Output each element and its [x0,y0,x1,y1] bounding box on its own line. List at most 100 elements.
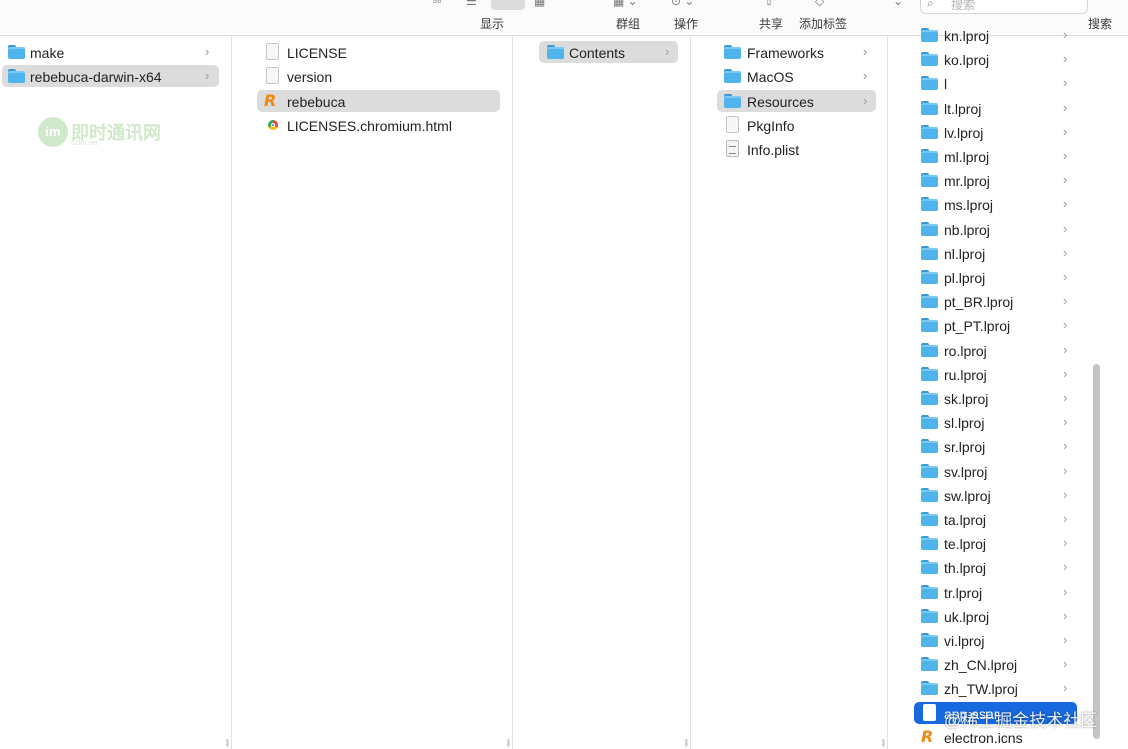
list-item[interactable]: ta.lproj › [914,508,1077,530]
folder-icon [921,560,938,574]
list-item-pkginfo[interactable]: PkgInfo [717,114,876,136]
list-item[interactable]: sw.lproj › [914,484,1077,506]
chevron-right-icon: › [1063,317,1068,332]
group-icon[interactable]: ▦ ⌄ [613,0,638,8]
list-item[interactable]: vi.lproj › [914,629,1077,651]
list-item-frameworks[interactable]: Frameworks › [717,41,876,63]
item-label: ro.lproj [944,343,987,359]
chevron-right-icon: › [863,68,868,83]
view-label[interactable]: 显示 [480,15,504,32]
scrollbar-thumb[interactable] [1093,364,1100,739]
list-item[interactable]: sk.lproj › [914,387,1077,409]
chevron-right-icon: › [1063,632,1068,647]
folder-icon [921,439,938,453]
list-item[interactable]: zh_CN.lproj › [914,653,1077,675]
list-item[interactable]: l › [914,72,1077,94]
folder-icon [921,609,938,623]
list-item[interactable]: pt_BR.lproj › [914,290,1077,312]
chevron-right-icon: › [665,44,670,59]
folder-icon [921,464,938,478]
list-item-info-plist[interactable]: Info.plist [717,138,876,160]
list-item[interactable]: tr.lproj › [914,581,1077,603]
chevron-right-icon: › [1063,438,1068,453]
list-item[interactable]: ro.lproj › [914,339,1077,361]
list-item[interactable]: sr.lproj › [914,435,1077,457]
list-item[interactable]: lt.lproj › [914,97,1077,119]
item-label: lv.lproj [944,125,984,141]
list-item[interactable]: nl.lproj › [914,242,1077,264]
list-item-licenses-chromium[interactable]: LICENSES.chromium.html [257,114,500,136]
list-item[interactable]: ru.lproj › [914,363,1077,385]
column-resize-handle[interactable]: || [507,738,510,747]
chevron-right-icon: › [1063,293,1068,308]
search-icon: ⌕ [927,0,934,10]
list-item-macos[interactable]: MacOS › [717,65,876,87]
juejin-watermark: @稀土掘金技术社区 [944,711,1098,730]
chevron-right-icon: › [1063,487,1068,502]
list-item-contents[interactable]: Contents › [539,41,678,63]
watermark-subtext: 52im.net [71,140,98,147]
list-item[interactable]: te.lproj › [914,532,1077,554]
folder-icon [921,585,938,599]
list-item[interactable]: ml.lproj › [914,145,1077,167]
folder-icon [921,101,938,115]
list-item[interactable]: sl.lproj › [914,411,1077,433]
folder-icon [921,536,938,550]
search-label: 搜索 [1088,17,1113,31]
share-label[interactable]: 共享 [759,15,783,32]
column-resize-handle[interactable]: || [226,738,229,747]
chevron-right-icon: › [1063,608,1068,623]
chevron-right-icon: › [1063,269,1068,284]
list-item[interactable]: mr.lproj › [914,169,1077,191]
folder-icon [921,343,938,357]
item-label: th.lproj [944,560,987,576]
list-item[interactable]: lv.lproj › [914,121,1077,143]
list-item-license[interactable]: LICENSE [257,41,500,63]
item-label: rebebuca-darwin-x64 [30,69,162,85]
folder-icon [921,173,938,187]
column-2: LICENSE version R rebebuca LICENSES.chro… [247,36,513,749]
list-item-make[interactable]: make › [2,41,219,63]
list-item[interactable]: pt_PT.lproj › [914,314,1077,336]
list-item[interactable]: th.lproj › [914,556,1077,578]
item-label: nb.lproj [944,222,990,238]
share-icon[interactable]: ⇧ [764,0,774,8]
list-item-rebebuca[interactable]: R rebebuca [257,90,500,112]
folder-icon [724,45,741,59]
item-label: sr.lproj [944,439,986,455]
column-3: Contents › || [528,36,691,749]
folder-icon [921,197,938,211]
list-item[interactable]: nb.lproj › [914,218,1077,240]
list-item-resources[interactable]: Resources › [717,90,876,112]
list-item-version[interactable]: version [257,65,500,87]
folder-icon [8,69,25,83]
action-label[interactable]: 操作 [674,15,698,32]
list-item[interactable]: uk.lproj › [914,605,1077,627]
group-label[interactable]: 群组 [616,15,640,32]
item-label: Contents [569,45,626,61]
list-item[interactable]: sv.lproj › [914,460,1077,482]
list-item[interactable]: zh_TW.lproj › [914,677,1077,699]
list-item-rebebuca-darwin-x64[interactable]: rebebuca-darwin-x64 › [2,65,219,87]
column-resize-handle[interactable]: || [882,738,885,747]
folder-icon [724,94,741,108]
search-field[interactable]: ⌕ 搜索 [920,0,1088,14]
tag-icon[interactable]: ◇ [815,0,824,8]
list-item[interactable]: ms.lproj › [914,193,1077,215]
action-icon[interactable]: ⊙ ⌄ [671,0,694,8]
list-item[interactable]: ko.lproj › [914,48,1077,70]
list-item[interactable]: kn.lproj › [914,24,1077,46]
item-label: pl.lproj [944,270,986,286]
column-view-button[interactable] [491,0,525,10]
icon-view-icon[interactable]: ▫▫ [433,0,442,8]
vertical-scrollbar[interactable] [1090,36,1104,749]
chevron-right-icon: › [1063,100,1068,115]
list-view-icon[interactable]: ☰ [466,0,477,8]
chevron-down-icon[interactable]: ⌄ [893,0,903,8]
column-resize-handle[interactable]: || [685,738,688,747]
add-tag-label[interactable]: 添加标签 [799,15,847,32]
document-icon [726,116,739,133]
gallery-view-icon[interactable]: ▦ [534,0,545,8]
item-label: LICENSE [287,45,347,61]
list-item[interactable]: pl.lproj › [914,266,1077,288]
